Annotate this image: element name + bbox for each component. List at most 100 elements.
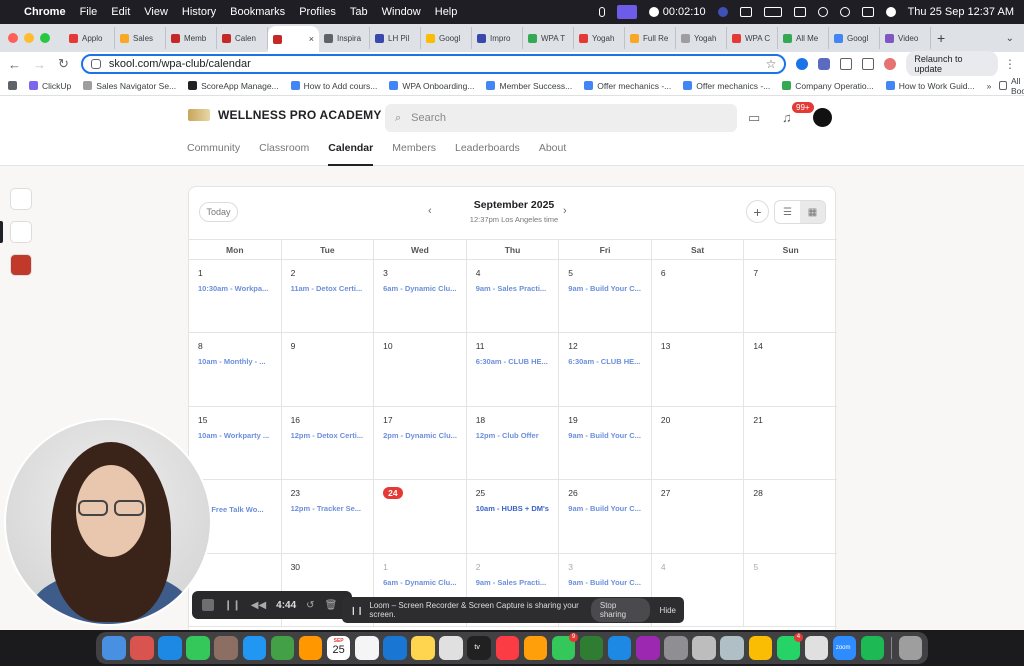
calendar-event[interactable]: 12pm - Tracker Se... [291,504,365,513]
dock-app-store-icon[interactable] [607,636,632,660]
dock-settings-icon[interactable] [664,636,688,660]
calendar-event[interactable]: 10am - Monthly - ... [198,357,272,366]
bluetooth-icon[interactable] [739,7,752,17]
siri-icon[interactable] [885,7,896,17]
bookmark-star-icon[interactable]: ☆ [766,57,777,71]
calendar-day-cell[interactable]: 5 9am - Build Your C... [559,260,652,333]
calendar-event[interactable]: 2pm - Dynamic Clu... [383,431,457,440]
bookmark-item[interactable]: How to Work Guid... [885,81,975,91]
dock-photos-icon[interactable] [298,636,323,660]
dock-whatsapp-icon[interactable]: 4 [776,633,804,660]
chat-icon[interactable]: ▭ [748,110,760,126]
bookmark-item[interactable]: Offer mechanics -... [683,81,770,91]
calendar-view-icon[interactable]: ▦ [800,201,825,223]
restart-icon[interactable]: ↺ [306,600,314,611]
browser-tab[interactable]: Googl [421,27,472,49]
calendar-day-cell[interactable]: 13 [652,333,745,406]
browser-tab[interactable]: Video [880,27,931,49]
pause-icon[interactable]: ❙❙ [224,600,241,611]
bookmark-item[interactable]: Sales Navigator Se... [83,81,176,91]
browser-tab[interactable]: WPA T [523,27,574,49]
menu-bookmarks[interactable]: Bookmarks [230,6,285,18]
browser-tab[interactable]: Yogah [676,27,727,49]
menu-view[interactable]: View [144,6,168,18]
extension-blue-icon[interactable] [796,58,809,70]
hide-button[interactable]: Hide [660,606,676,615]
dock-loom-icon[interactable] [804,636,829,660]
calendar-day-cell[interactable]: 5 [744,554,837,626]
calendar-event[interactable]: 9am - Sales Practi... [476,284,550,293]
dock-reminders-icon[interactable] [354,636,379,660]
calendar-event[interactable]: 9am - Build Your C... [568,504,642,513]
dock-maps-icon[interactable] [270,636,295,660]
dock-trash-icon[interactable] [898,636,923,660]
calendar-event[interactable]: 9am - Build Your C... [568,431,642,440]
dock-chrome-icon[interactable] [748,636,773,660]
menu-help[interactable]: Help [435,6,458,18]
calendar-day-cell[interactable]: 23 12pm - Tracker Se... [282,480,375,553]
user-avatar[interactable] [813,108,832,127]
wifi-icon[interactable] [817,7,828,17]
calendar-event[interactable]: 9am - Build Your C... [568,578,642,587]
battery-icon[interactable] [763,7,782,17]
menu-app-name[interactable]: Chrome [24,6,66,18]
browser-tab[interactable]: Sales [115,27,166,49]
calendar-day-cell[interactable]: 21 [744,407,837,479]
menubar-clock[interactable]: Thu 25 Sep 12:37 AM [908,6,1014,18]
minimize-window-button[interactable] [24,33,34,43]
calendar-event[interactable]: 10am - Workparty ... [198,431,272,440]
bookmark-item[interactable] [8,81,17,90]
calendar-event[interactable]: 9am - Build Your C... [568,284,642,293]
calendar-day-cell[interactable]: 26 9am - Build Your C... [559,480,652,553]
chrome-menu-icon[interactable]: ⋮ [1004,57,1016,71]
browser-tab[interactable]: All Me [778,27,829,49]
today-button[interactable]: Today [199,202,238,222]
close-window-button[interactable] [8,33,18,43]
tab-search-button[interactable]: ⌄ [1006,33,1014,44]
zoom-window-button[interactable] [40,33,50,43]
extensions-puzzle-icon[interactable] [840,58,853,70]
calendar-event[interactable]: 12pm - Club Offer [476,431,550,440]
calendar-day-cell[interactable]: 4 9am - Sales Practi... [467,260,560,333]
bookmark-item[interactable]: Offer mechanics -... [584,81,671,91]
dock-keynote-icon[interactable] [383,636,407,660]
nav-tab-calendar[interactable]: Calendar [328,142,374,166]
microphone-icon[interactable] [598,7,605,17]
menu-edit[interactable]: Edit [111,6,130,18]
dock-finder-icon[interactable] [102,636,126,660]
dock-tv-icon[interactable]: tv [467,636,491,660]
calendar-day-cell[interactable]: 2 11am - Detox Certi... [282,260,375,333]
calendar-day-cell[interactable]: 18 12pm - Club Offer [467,406,560,480]
calendar-event[interactable]: 6:30am - CLUB HE... [476,357,550,366]
profile-avatar-icon[interactable] [884,58,897,70]
new-tab-button[interactable]: + [937,30,945,46]
brand[interactable]: WELLNESS PRO ACADEMY ⇅ [188,108,408,122]
sidebar-toggle-icon[interactable] [862,58,875,70]
address-bar[interactable]: skool.com/wpa-club/calendar ☆ [80,54,787,74]
trash-icon[interactable]: 🗑︎ [325,600,338,611]
calendar-day-cell[interactable]: 20 [652,406,745,480]
calendar-day-cell[interactable]: 28 [744,480,837,552]
extension-purple-icon[interactable] [818,58,831,70]
relaunch-button[interactable]: Relaunch to update [906,51,998,77]
calendar-event[interactable]: 12pm - Detox Certi... [291,431,365,440]
browser-tab[interactable]: Applo [64,27,115,49]
calendar-day-cell[interactable]: 8 10am - Monthly - ... [189,333,282,406]
group-rail-item-3[interactable] [10,254,32,276]
bookmark-item[interactable]: Company Operatio... [782,81,874,91]
calendar-event[interactable]: 11am - Detox Certi... [291,284,365,293]
prev-month-chevron-icon[interactable]: ‹ [428,205,432,217]
calendar-day-cell[interactable]: 14 [744,333,837,405]
control-center-icon[interactable] [861,7,874,17]
webcam-bubble[interactable] [4,418,212,626]
calendar-event[interactable]: 6:30am - CLUB HE... [568,357,642,366]
bookmark-item[interactable]: ClickUp [29,81,71,91]
bookmarks-overflow-button[interactable]: » [987,81,992,91]
dock-notes-icon[interactable] [411,636,435,660]
loom-status-icon[interactable] [717,7,728,17]
calendar-day-cell[interactable]: 9 [282,333,375,406]
add-event-button[interactable]: + [746,200,769,223]
all-bookmarks-button[interactable]: All Bookmarks [999,76,1024,96]
calendar-day-cell[interactable]: 24 [374,480,467,553]
rewind-icon[interactable]: ◀◀ [251,600,266,611]
